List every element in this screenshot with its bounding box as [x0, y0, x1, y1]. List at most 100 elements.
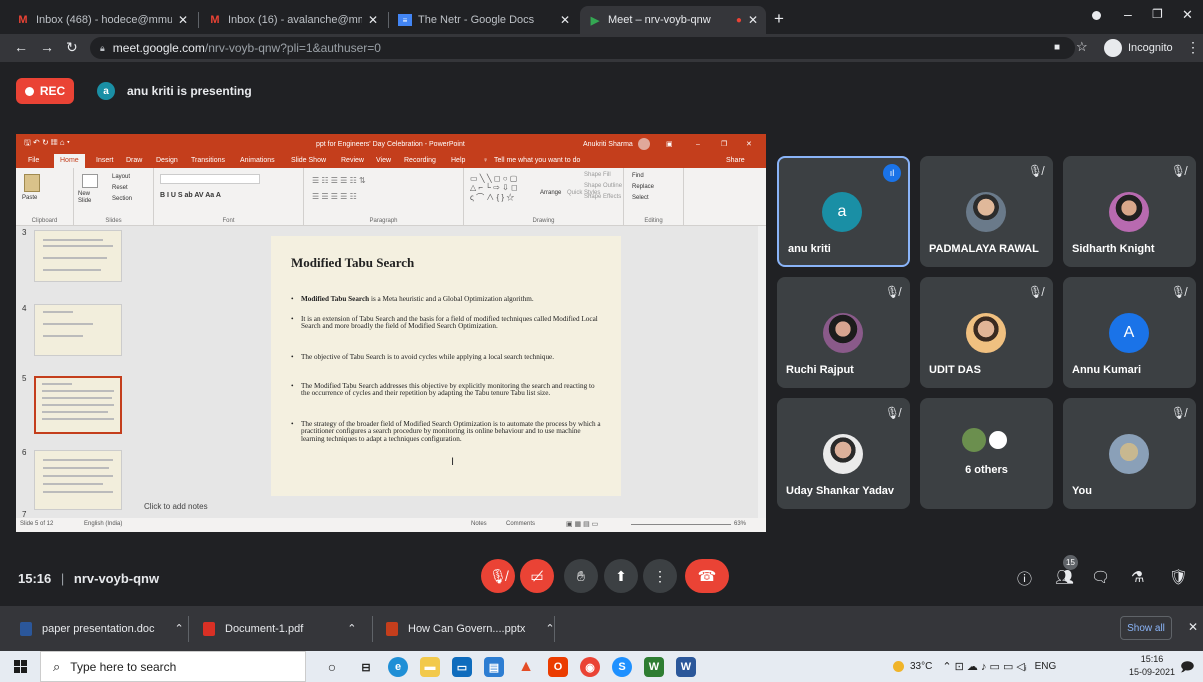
menu-kebab-icon[interactable]: ⋮: [1186, 39, 1200, 56]
arrange-button[interactable]: Arrange: [540, 190, 561, 196]
notes-placeholder[interactable]: Click to add notes: [144, 502, 208, 511]
font-format-buttons[interactable]: B I U S ab AV Aa A: [160, 192, 221, 199]
new-slide-label[interactable]: New Slide: [78, 191, 104, 205]
participant-tile-padmalaya[interactable]: 🎙︎̸ PADMALAYA RAWAL: [920, 156, 1053, 267]
section-button[interactable]: Section: [112, 196, 132, 202]
back-icon[interactable]: ←: [14, 39, 28, 55]
close-icon[interactable]: ✕: [178, 13, 188, 27]
ppt-minimize-icon[interactable]: –: [696, 141, 700, 148]
maximize-icon[interactable]: ❐: [1152, 7, 1163, 21]
more-options-button[interactable]: ⋮: [643, 559, 677, 593]
close-shelf-icon[interactable]: ✕: [1188, 620, 1198, 634]
mic-toggle-button[interactable]: 🎙︎̸: [481, 559, 515, 593]
slide-thumbnail-selected[interactable]: [34, 376, 122, 434]
view-buttons[interactable]: ▣ ▦ ▤ ▭: [566, 520, 598, 528]
download-item[interactable]: How Can Govern....pptx ⌃: [386, 606, 555, 651]
comments-button[interactable]: Comments: [506, 521, 535, 527]
paragraph-buttons[interactable]: ☰ ☷ ☰ ☰ ☷ ⇅: [312, 176, 366, 185]
download-item[interactable]: paper presentation.doc ⌃: [20, 606, 184, 651]
tab-inbox-avalanche[interactable]: M Inbox (16) - avalanche@mmumu ✕: [200, 6, 386, 34]
forward-icon[interactable]: →: [40, 39, 54, 55]
close-icon[interactable]: ✕: [748, 13, 758, 27]
file-explorer-icon[interactable]: ▬: [420, 657, 440, 677]
tab-inbox-hodece[interactable]: M Inbox (468) - hodece@mmumull ✕: [8, 6, 196, 34]
participant-tile-you[interactable]: 🎙︎̸ You: [1063, 398, 1196, 509]
edge-icon[interactable]: e: [388, 657, 408, 677]
word-icon[interactable]: W: [676, 657, 696, 677]
ribbon-display-icon[interactable]: ▣: [666, 140, 673, 148]
ppt-close-icon[interactable]: ✕: [746, 140, 752, 148]
menu-view[interactable]: View: [376, 157, 391, 164]
participant-tile-others[interactable]: 6 others: [920, 398, 1053, 509]
menu-animations[interactable]: Animations: [240, 157, 275, 164]
menu-home[interactable]: Home: [54, 154, 85, 168]
host-controls-icon[interactable]: 🛡︎: [1169, 568, 1188, 586]
new-tab-icon[interactable]: +: [774, 9, 784, 29]
show-all-button[interactable]: Show all: [1120, 616, 1172, 640]
layout-button[interactable]: Layout: [112, 174, 130, 180]
shape-effects-button[interactable]: Shape Effects: [584, 194, 621, 200]
participant-tile-anu-kriti[interactable]: ıl a anu kriti: [777, 156, 910, 267]
zoom-level[interactable]: 63%: [734, 521, 746, 527]
language-indicator[interactable]: ENG: [1035, 661, 1057, 672]
weather-icon[interactable]: [893, 661, 904, 672]
slide-thumbnail[interactable]: [34, 230, 122, 282]
zoom-slider[interactable]: [631, 524, 731, 525]
paste-label[interactable]: Paste: [22, 195, 37, 201]
menu-recording[interactable]: Recording: [404, 157, 436, 164]
replace-button[interactable]: Replace: [632, 184, 654, 190]
participant-tile-annu[interactable]: 🎙︎̸ A Annu Kumari: [1063, 277, 1196, 388]
notes-button[interactable]: Notes: [471, 521, 487, 527]
notifications-icon[interactable]: 🗩︎: [1180, 658, 1194, 680]
excel-icon[interactable]: W: [644, 657, 664, 677]
menu-transitions[interactable]: Transitions: [191, 157, 225, 164]
menu-draw[interactable]: Draw: [126, 157, 142, 164]
font-name-select[interactable]: [160, 174, 260, 184]
temperature[interactable]: 33°C: [910, 661, 932, 672]
skype-icon[interactable]: S: [612, 657, 632, 677]
find-button[interactable]: Find: [632, 173, 644, 179]
cortana-icon[interactable]: ○: [322, 657, 342, 677]
alignment-buttons[interactable]: ☰ ☰ ☰ ☰ ☷: [312, 192, 357, 201]
chevron-up-icon[interactable]: ⌃: [175, 622, 184, 635]
shape-fill-button[interactable]: Shape Fill: [584, 172, 611, 178]
tray-icons[interactable]: ⌃ ⊡ ☁ ♪ ▭ ▭ ◁ᵢ: [942, 660, 1026, 673]
new-slide-icon[interactable]: [82, 174, 98, 188]
reload-icon[interactable]: ↻: [66, 39, 78, 56]
camera-toggle-button[interactable]: ▭̸: [520, 559, 554, 593]
menu-design[interactable]: Design: [156, 157, 178, 164]
window-close-icon[interactable]: ✕: [1182, 7, 1193, 23]
shared-screen-powerpoint[interactable]: 🖫 ↶ ↻ ▦ ⌂ ▾ ppt for Engineers' Day Celeb…: [16, 134, 766, 532]
close-icon[interactable]: ✕: [560, 13, 570, 27]
bookmark-star-icon[interactable]: ☆: [1076, 39, 1088, 55]
people-icon[interactable]: 👥︎: [1055, 568, 1074, 586]
raise-hand-button[interactable]: ✋︎: [564, 559, 598, 593]
tab-google-docs[interactable]: ≡ The Netr - Google Docs ✕: [390, 6, 578, 34]
calculator-icon[interactable]: ▤: [484, 657, 504, 677]
store-icon[interactable]: ▭: [452, 657, 472, 677]
activities-icon[interactable]: ⚗︎: [1131, 568, 1144, 586]
tab-meet[interactable]: ▶ Meet – nrv-voyb-qnw ● ✕: [580, 6, 766, 34]
address-bar[interactable]: 🔒︎ meet.google.com/nrv-voyb-qnw?pli=1&au…: [90, 37, 1075, 59]
tell-me-search[interactable]: Tell me what you want to do: [494, 157, 580, 164]
chat-icon[interactable]: 🗨︎: [1091, 568, 1110, 586]
current-slide[interactable]: Modified Tabu Search • Modified Tabu Sear…: [271, 236, 621, 496]
chrome-icon[interactable]: ◉: [580, 657, 600, 677]
task-view-icon[interactable]: ⊟: [356, 657, 376, 677]
reset-button[interactable]: Reset: [112, 185, 128, 191]
ppt-maximize-icon[interactable]: ❐: [721, 140, 727, 148]
select-button[interactable]: Select: [632, 195, 649, 201]
paste-icon[interactable]: [24, 174, 40, 192]
menu-help[interactable]: Help: [451, 157, 465, 164]
taskbar-search[interactable]: ⌕ Type here to search: [40, 651, 306, 682]
menu-review[interactable]: Review: [341, 157, 364, 164]
menu-file[interactable]: File: [28, 157, 39, 164]
close-icon[interactable]: ✕: [368, 13, 378, 27]
minimize-icon[interactable]: –: [1124, 6, 1132, 22]
menu-insert[interactable]: Insert: [96, 157, 114, 164]
leave-call-button[interactable]: ☎: [685, 559, 729, 593]
taskbar-clock[interactable]: 15:16 15-09-2021: [1129, 653, 1175, 679]
download-item[interactable]: Document-1.pdf ⌃: [203, 606, 356, 651]
present-now-button[interactable]: ⬆: [604, 559, 638, 593]
menu-slide-show[interactable]: Slide Show: [291, 157, 326, 164]
